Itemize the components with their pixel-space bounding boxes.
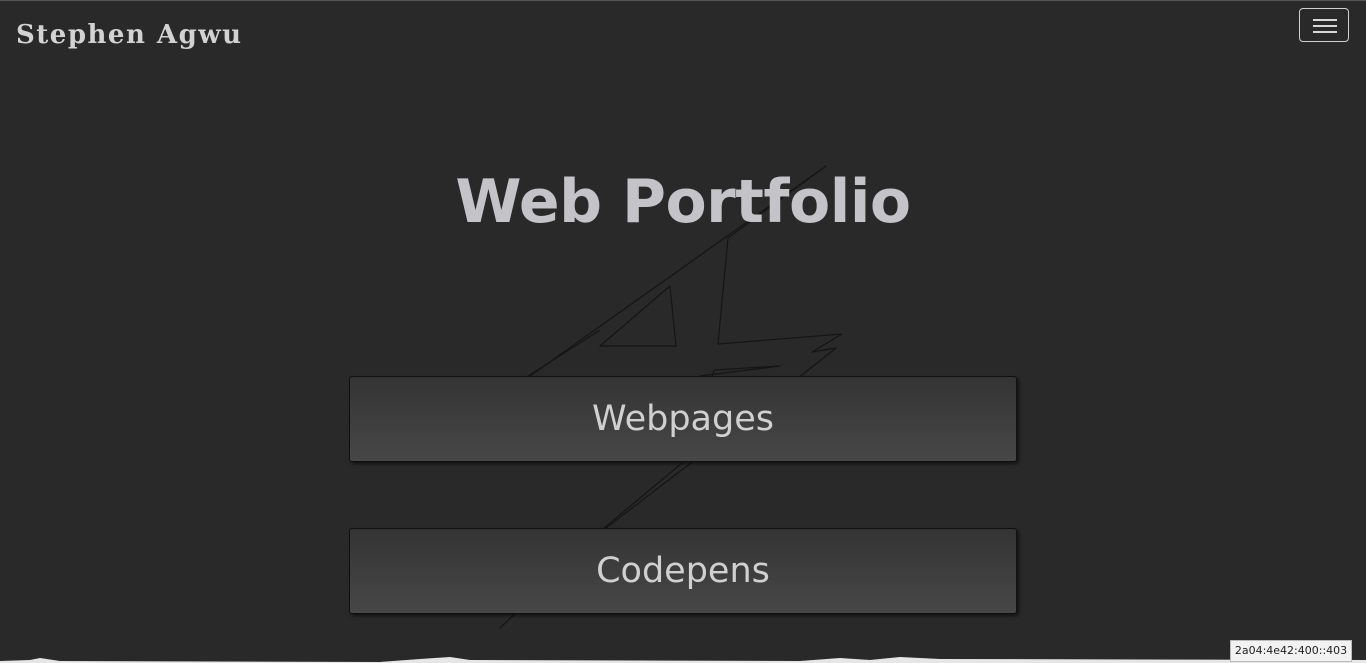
hamburger-menu-icon-bar	[1313, 25, 1337, 27]
page-title: Web Portfolio	[455, 167, 911, 237]
page: Stephen Agwu Web Portfolio Webpages Code…	[0, 0, 1366, 663]
hamburger-menu-icon-bar	[1313, 31, 1337, 33]
ip-address-badge: 2a04:4e42:400::403	[1230, 640, 1352, 662]
webpages-button[interactable]: Webpages	[349, 376, 1017, 462]
brand-name[interactable]: Stephen Agwu	[16, 16, 243, 54]
top-border	[0, 0, 1366, 1]
menu-toggle-button[interactable]	[1299, 8, 1349, 42]
codepens-button[interactable]: Codepens	[349, 528, 1017, 614]
hamburger-menu-icon	[1313, 19, 1337, 21]
bottom-edge-decoration	[0, 657, 1366, 663]
